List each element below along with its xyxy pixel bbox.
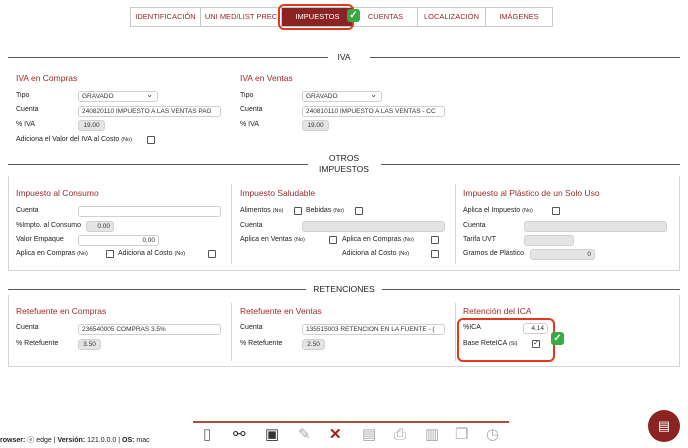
saludable-alimentos-label: Alimentos (No) [240,207,284,214]
plastico-title: Impuesto al Plástico de un Solo Uso [463,188,600,198]
ica-base-checkbox[interactable]: ✓ [532,340,540,348]
saludable-bebidas-label: Bebidas (No) [306,207,344,214]
divider [455,184,456,264]
consumo-empaque-field[interactable]: 0.00 [78,235,159,246]
saludable-compras-checkbox[interactable] [431,236,439,244]
iva-ventas-cuenta-label: Cuenta [240,106,263,113]
ica-title: Retención del ICA [463,306,532,316]
iva-compras-cuenta-label: Cuenta [16,106,39,113]
iva-ventas-cuenta-field[interactable]: 240810110 IMPUESTO A LAS VENTAS - CC [302,106,445,117]
consumo-pct-label: %Impto. al Consumo [16,222,81,229]
consumo-cuenta-label: Cuenta [16,207,39,214]
retefuente-compras-title: Retefuente en Compras [16,306,107,316]
text-document-icon[interactable]: ▤ [362,427,376,443]
saludable-ventas-checkbox[interactable] [329,236,337,244]
tab-highlight [278,4,354,30]
saludable-cuenta-label: Cuenta [240,222,263,229]
retefuente-ventas-cuenta-label: Cuenta [240,324,263,331]
saludable-alimentos-checkbox[interactable] [294,207,302,215]
edit-icon[interactable]: ✎ [298,427,311,443]
print-icon[interactable]: ⎙ [394,427,406,443]
divider [231,303,232,361]
plastico-gramos-label: Gramos de Plástico [463,250,525,257]
iva-compras-tipo-select[interactable]: GRAVADO [78,91,158,102]
consumo-compras-checkbox[interactable] [106,250,114,258]
iva-compras-pct-field: 19.00 [78,120,105,131]
iva-ventas-title: IVA en Ventas [240,73,293,83]
binoculars-icon[interactable]: ⚯ [233,427,246,443]
plastico-cuenta-label: Cuenta [463,222,486,229]
divider [231,184,232,264]
tab-identificacion[interactable]: IDENTIFICACIÓN [131,8,201,26]
toolbar [193,421,509,423]
ica-pct-field[interactable]: 4.14 [523,323,548,334]
retefuente-ventas-pct-label: % Retefuente [240,340,283,347]
consumo-compras-label: Aplica en Compras (No) [16,250,88,257]
tab-cuentas[interactable]: CUENTAS [354,8,418,26]
tab-localizacion[interactable]: LOCALIZACIÓN [418,8,486,26]
edge-icon: ⓔ [27,437,35,444]
excel-icon[interactable]: ▥ [425,427,439,443]
saludable-bebidas-checkbox[interactable] [355,207,363,215]
history-icon[interactable]: ◷ [486,427,499,443]
retefuente-compras-cuenta-field[interactable]: 236540005 COMPRAS 3.5% [78,324,221,335]
consumo-pct-field: 0.00 [86,221,114,232]
retefuente-ventas-pct-field: 2.50 [302,339,325,350]
plastico-tarifa-field [524,235,574,246]
copy-icon[interactable]: ❐ [455,427,468,443]
plastico-aplica-checkbox[interactable] [552,207,560,215]
consumo-cuenta-field[interactable] [78,206,221,217]
consumo-empaque-label: Valor Empaque [16,236,64,243]
retefuente-compras-pct-label: % Retefuente [16,340,59,347]
tab-imagenes[interactable]: IMÁGENES [486,8,552,26]
iva-compras-tipo-label: Tipo [16,92,30,99]
iva-compras-adiciona-checkbox[interactable] [147,136,155,144]
retefuente-compras-cuenta-label: Cuenta [16,324,39,331]
saludable-costo-checkbox[interactable] [431,250,439,258]
saludable-cuenta-field [302,221,445,232]
iva-ventas-tipo-select[interactable]: GRAVADO [302,91,382,102]
iva-compras-cuenta-field[interactable]: 240820110 IMPUESTO A LAS VENTAS PAG [78,106,221,117]
check-icon: ✓ [347,9,360,22]
iva-compras-adiciona-label: Adiciona el Valor del IVA al Costo (No) [16,136,132,143]
retefuente-ventas-title: Retefuente en Ventas [240,306,322,316]
section-otros-heading: OTROS IMPUESTOS [8,153,680,175]
ica-pct-label: %ICA [463,324,481,331]
plastico-cuenta-field [524,221,667,232]
iva-compras-title: IVA en Compras [16,73,78,83]
retefuente-ventas-cuenta-field[interactable]: 135515003 RETENCION EN LA FUENTE - ( [302,324,445,335]
retefuente-compras-pct-field: 3.50 [78,339,101,350]
iva-ventas-tipo-label: Tipo [240,92,254,99]
saludable-ventas-label: Aplica en Ventas (No) [240,236,305,243]
saludable-compras-label: Aplica en Compras (No) [342,236,414,243]
tab-uni-med-list-prec[interactable]: UNI MED/LIST PREC [201,8,282,26]
plastico-gramos-field: 0 [530,249,595,260]
section-iva-heading: IVA [8,52,680,62]
saludable-title: Impuesto Saludable [240,188,316,198]
check-icon: ✓ [551,332,564,345]
new-document-icon[interactable]: ▯ [203,427,211,443]
saludable-costo-label: Adiciona al Costo (No) [342,250,410,257]
iva-ventas-pct-label: % IVA [240,121,259,128]
consumo-costo-checkbox[interactable] [208,250,216,258]
plastico-tarifa-label: Tarifa UVT [463,236,497,243]
ica-base-label: Base ReteICA (Si) [463,340,518,347]
browser-info: rowser: ⓔ edge | Versión: 121.0.0.0 | OS… [0,437,150,444]
section-retenciones-heading: RETENCIONES [8,284,680,294]
chat-icon[interactable]: ▤ [648,410,680,442]
delete-icon[interactable]: ✕ [329,427,342,443]
iva-ventas-pct-field: 19.00 [302,120,329,131]
consumo-title: Impuesto al Consumo [16,188,99,198]
plastico-aplica-label: Aplica el Impuesto (No) [463,207,533,214]
iva-compras-pct-label: % IVA [16,121,35,128]
save-icon[interactable]: ▣ [265,427,279,443]
divider [455,303,456,361]
consumo-costo-label: Adiciona al Costo (No) [118,250,186,257]
